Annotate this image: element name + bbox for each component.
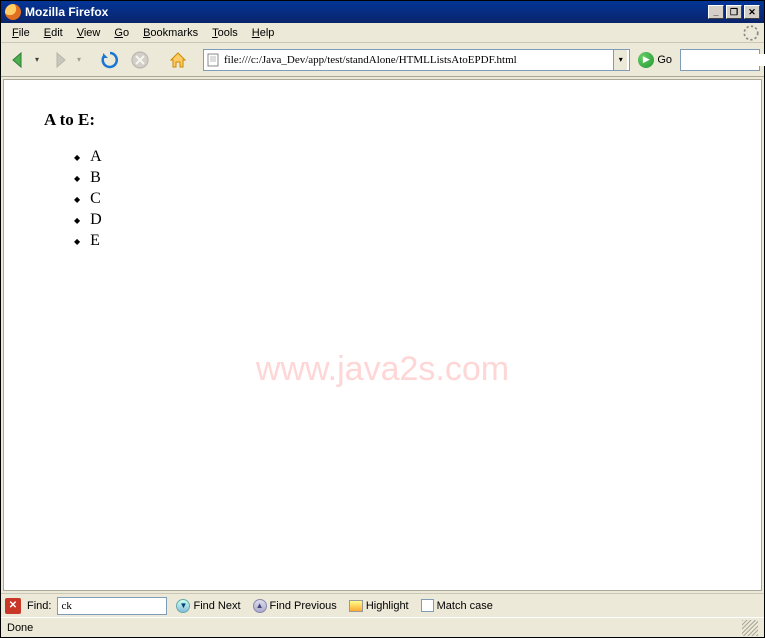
close-find-button[interactable]: ✕ (5, 598, 21, 614)
highlight-button[interactable]: Highlight (346, 600, 412, 612)
find-next-button[interactable]: ▼ Find Next (173, 599, 243, 613)
firefox-icon (5, 4, 21, 20)
reload-button[interactable] (97, 47, 123, 73)
match-case-label: Match case (437, 600, 493, 612)
watermark: www.java2s.com (256, 350, 509, 389)
go-icon: ▶ (638, 52, 654, 68)
stop-button[interactable] (127, 47, 153, 73)
navigation-toolbar: ▾ ▾ ▾ ▶ Go G (1, 43, 764, 77)
resize-grip[interactable] (742, 620, 758, 636)
window-title: Mozilla Firefox (25, 5, 708, 19)
page-body: A to E: A B C D E (4, 80, 761, 283)
find-previous-icon: ▲ (253, 599, 267, 613)
find-label: Find: (27, 600, 51, 612)
find-input[interactable] (58, 598, 166, 614)
page-heading: A to E: (44, 110, 721, 130)
list-item: C (74, 190, 721, 208)
restore-button[interactable]: ❐ (726, 5, 742, 19)
list-item: A (74, 148, 721, 166)
list-item: E (74, 232, 721, 250)
list-item: D (74, 211, 721, 229)
go-button[interactable]: ▶ Go (634, 52, 676, 68)
menu-help[interactable]: Help (245, 25, 282, 41)
list: A B C D E (74, 148, 721, 250)
forward-history-dropdown[interactable]: ▾ (77, 55, 85, 64)
minimize-button[interactable]: _ (708, 5, 724, 19)
find-previous-button[interactable]: ▲ Find Previous (250, 599, 340, 613)
match-case-checkbox[interactable] (421, 599, 434, 612)
url-input[interactable] (224, 54, 613, 66)
find-previous-label: Find Previous (270, 600, 337, 612)
back-button[interactable] (5, 47, 31, 73)
menu-tools[interactable]: Tools (205, 25, 245, 41)
search-input[interactable] (685, 54, 765, 66)
title-bar: Mozilla Firefox _ ❐ ✕ (1, 1, 764, 23)
status-text: Done (7, 622, 33, 634)
menu-bar: File Edit View Go Bookmarks Tools Help (1, 23, 764, 43)
highlight-label: Highlight (366, 600, 409, 612)
find-next-icon: ▼ (176, 599, 190, 613)
menu-bookmarks[interactable]: Bookmarks (136, 25, 205, 41)
menu-go[interactable]: Go (107, 25, 136, 41)
back-history-dropdown[interactable]: ▾ (35, 55, 43, 64)
content-area: A to E: A B C D E www.java2s.com (3, 79, 762, 591)
page-icon (206, 53, 220, 67)
menu-file[interactable]: File (5, 25, 37, 41)
status-bar: Done (1, 617, 764, 637)
find-bar: ✕ Find: ▼ Find Next ▲ Find Previous High… (1, 593, 764, 617)
match-case-toggle[interactable]: Match case (418, 599, 496, 612)
menu-edit[interactable]: Edit (37, 25, 70, 41)
window-controls: _ ❐ ✕ (708, 5, 760, 19)
find-input-wrap (57, 597, 167, 615)
url-bar[interactable]: ▾ (203, 49, 630, 71)
forward-button[interactable] (47, 47, 73, 73)
go-label: Go (657, 54, 672, 66)
highlight-icon (349, 600, 363, 612)
url-dropdown[interactable]: ▾ (613, 50, 627, 70)
close-button[interactable]: ✕ (744, 5, 760, 19)
list-item: B (74, 169, 721, 187)
find-next-label: Find Next (193, 600, 240, 612)
search-box[interactable]: G (680, 49, 760, 71)
throbber-icon (742, 24, 760, 42)
menu-view[interactable]: View (70, 25, 108, 41)
home-button[interactable] (165, 47, 191, 73)
